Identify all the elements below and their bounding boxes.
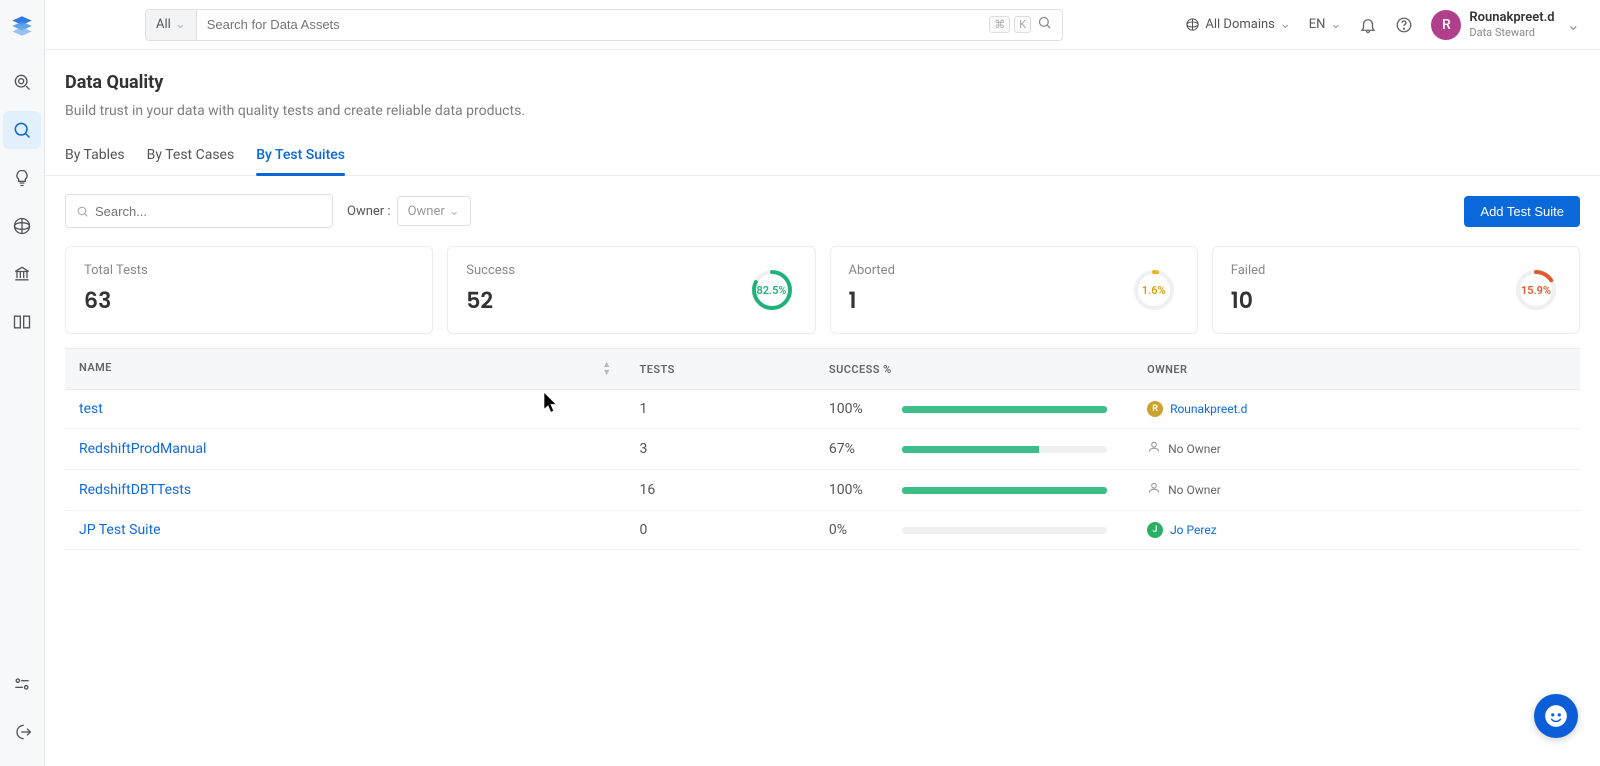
ring-percent: 1.6% xyxy=(1129,265,1179,315)
success-pct: 100% xyxy=(829,401,884,417)
domains-button[interactable]: All Domains ⌄ xyxy=(1185,17,1290,32)
owner-filter-select[interactable]: Owner ⌄ xyxy=(397,196,471,226)
topbar: All ⌄ ⌘ K All Domains ⌄ EN ⌄ xyxy=(45,0,1600,50)
search-scope-label: All xyxy=(156,17,171,32)
chat-fab[interactable] xyxy=(1534,694,1578,738)
user-menu[interactable]: R Rounakpreet.d Data Steward ⌄ xyxy=(1431,10,1580,40)
page-title: Data Quality xyxy=(65,72,1580,93)
global-search[interactable]: ⌘ K xyxy=(197,9,1063,41)
suite-search-input[interactable] xyxy=(95,204,322,219)
chevron-down-icon: ⌄ xyxy=(449,204,460,219)
suite-link[interactable]: RedshiftDBTTests xyxy=(79,482,191,498)
help-button[interactable] xyxy=(1395,16,1413,34)
tests-cell: 0 xyxy=(626,511,815,550)
tab-by-test-cases[interactable]: By Test Cases xyxy=(147,137,235,175)
suite-link[interactable]: JP Test Suite xyxy=(79,522,161,538)
progress-bar xyxy=(902,406,1107,413)
nav-glossary-icon[interactable] xyxy=(3,303,41,341)
card-label: Aborted xyxy=(849,263,895,278)
progress-bar xyxy=(902,446,1107,453)
test-suites-table: NAME▲▼ TESTS SUCCESS % OWNER test1100%RR… xyxy=(65,348,1580,550)
tests-cell: 16 xyxy=(626,470,815,511)
tests-cell: 3 xyxy=(626,429,815,470)
nav-domains-icon[interactable] xyxy=(3,207,41,245)
tests-cell: 1 xyxy=(626,390,815,429)
page-subtitle: Build trust in your data with quality te… xyxy=(65,103,1580,119)
chevron-down-icon: ⌄ xyxy=(1567,15,1580,34)
ring-aborted: 1.6% xyxy=(1129,265,1179,315)
tab-by-test-suites[interactable]: By Test Suites xyxy=(256,137,345,175)
suite-link[interactable]: test xyxy=(79,401,103,417)
add-test-suite-button[interactable]: Add Test Suite xyxy=(1464,196,1580,227)
progress-bar xyxy=(902,487,1107,494)
ring-percent: 15.9% xyxy=(1511,265,1561,315)
user-name: Rounakpreet.d xyxy=(1469,10,1554,26)
owner-avatar: J xyxy=(1147,522,1163,538)
owner-label: No Owner xyxy=(1168,442,1221,456)
progress-bar xyxy=(902,527,1107,534)
user-icon xyxy=(1147,440,1161,458)
suite-search[interactable] xyxy=(65,194,333,228)
sort-icon: ▲▼ xyxy=(602,361,611,377)
card-label: Total Tests xyxy=(84,263,148,278)
search-icon xyxy=(1037,15,1052,34)
search-scope-select[interactable]: All ⌄ xyxy=(145,9,197,41)
language-button[interactable]: EN ⌄ xyxy=(1309,17,1342,32)
owner-filter-label: Owner : xyxy=(347,204,391,219)
tab-by-tables[interactable]: By Tables xyxy=(65,137,125,175)
card-value: 63 xyxy=(84,284,148,317)
logo[interactable] xyxy=(8,12,36,40)
ring-success: 82.5% xyxy=(747,265,797,315)
user-role: Data Steward xyxy=(1469,26,1554,39)
sidebar xyxy=(0,0,45,766)
card-value: 10 xyxy=(1231,284,1266,317)
card-total-tests: Total Tests 63 xyxy=(65,246,433,334)
nav-logout-icon[interactable] xyxy=(3,713,41,751)
domains-label: All Domains xyxy=(1205,17,1275,32)
ring-percent: 82.5% xyxy=(747,265,797,315)
col-tests[interactable]: TESTS xyxy=(626,349,815,390)
ring-failed: 15.9% xyxy=(1511,265,1561,315)
chevron-down-icon: ⌄ xyxy=(175,17,186,32)
owner-link[interactable]: Rounakpreet.d xyxy=(1170,402,1247,416)
user-icon xyxy=(1147,481,1161,499)
suite-link[interactable]: RedshiftProdManual xyxy=(79,441,206,457)
tabs: By Tables By Test Cases By Test Suites xyxy=(45,137,1600,176)
kbd-shortcut: ⌘ K xyxy=(989,16,1031,33)
avatar: R xyxy=(1431,10,1461,40)
card-label: Failed xyxy=(1231,263,1266,278)
card-value: 1 xyxy=(849,284,895,317)
owner-avatar: R xyxy=(1147,401,1163,417)
nav-governance-icon[interactable] xyxy=(3,255,41,293)
chevron-down-icon: ⌄ xyxy=(1280,17,1291,32)
nav-insights-icon[interactable] xyxy=(3,159,41,197)
table-row: JP Test Suite 0 0% J Jo Perez xyxy=(65,511,1580,550)
search-input[interactable] xyxy=(207,17,989,32)
card-value: 52 xyxy=(466,284,515,317)
language-label: EN xyxy=(1309,17,1326,32)
nav-settings-icon[interactable] xyxy=(3,665,41,703)
col-name[interactable]: NAME▲▼ xyxy=(65,349,626,390)
success-pct: 67% xyxy=(829,441,884,457)
success-pct: 100% xyxy=(829,482,884,498)
owner-label: No Owner xyxy=(1168,483,1221,497)
success-pct: 0% xyxy=(829,522,884,538)
card-label: Success xyxy=(466,263,515,278)
card-failed: Failed 10 15.9% xyxy=(1212,246,1580,334)
chevron-down-icon: ⌄ xyxy=(1330,17,1341,32)
card-success: Success 52 82.5% xyxy=(447,246,815,334)
nav-explore-icon[interactable] xyxy=(3,63,41,101)
main: Data Quality Build trust in your data wi… xyxy=(45,50,1600,766)
notifications-button[interactable] xyxy=(1359,16,1377,34)
nav-data-quality-icon[interactable] xyxy=(3,111,41,149)
table-row: RedshiftDBTTests 16 100% No Owner xyxy=(65,470,1580,511)
owner-link[interactable]: Jo Perez xyxy=(1170,523,1217,537)
table-row: test 1 100% R Rounakpreet.d xyxy=(65,390,1580,429)
col-owner[interactable]: OWNER xyxy=(1133,349,1580,390)
card-aborted: Aborted 1 1.6% xyxy=(830,246,1198,334)
table-row: RedshiftProdManual 3 67% No Owner xyxy=(65,429,1580,470)
